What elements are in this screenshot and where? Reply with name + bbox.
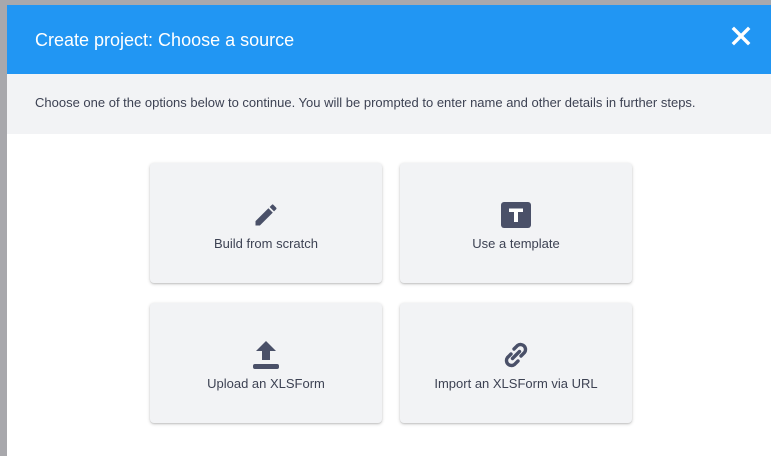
use-a-template-button[interactable]: Use a template <box>400 163 632 283</box>
create-project-modal: Create project: Choose a source Choose o… <box>7 5 771 456</box>
modal-title: Create project: Choose a source <box>35 30 295 50</box>
option-label: Import an XLSForm via URL <box>434 376 598 391</box>
option-label: Use a template <box>472 236 560 251</box>
option-label: Upload an XLSForm <box>207 376 325 391</box>
build-from-scratch-button[interactable]: Build from scratch <box>150 163 382 283</box>
pencil-icon <box>251 200 281 230</box>
modal-header: Create project: Choose a source <box>7 5 771 74</box>
option-label: Build from scratch <box>213 236 319 251</box>
template-icon <box>501 200 531 230</box>
intro-text: Choose one of the options below to conti… <box>35 95 696 110</box>
close-icon <box>731 26 751 46</box>
link-icon <box>501 340 531 370</box>
upload-xlsform-button[interactable]: Upload an XLSForm <box>150 303 382 423</box>
upload-icon <box>251 340 281 370</box>
close-button[interactable] <box>729 24 753 48</box>
import-xlsform-via-url-button[interactable]: Import an XLSForm via URL <box>400 303 632 423</box>
intro-bar: Choose one of the options below to conti… <box>7 74 771 134</box>
